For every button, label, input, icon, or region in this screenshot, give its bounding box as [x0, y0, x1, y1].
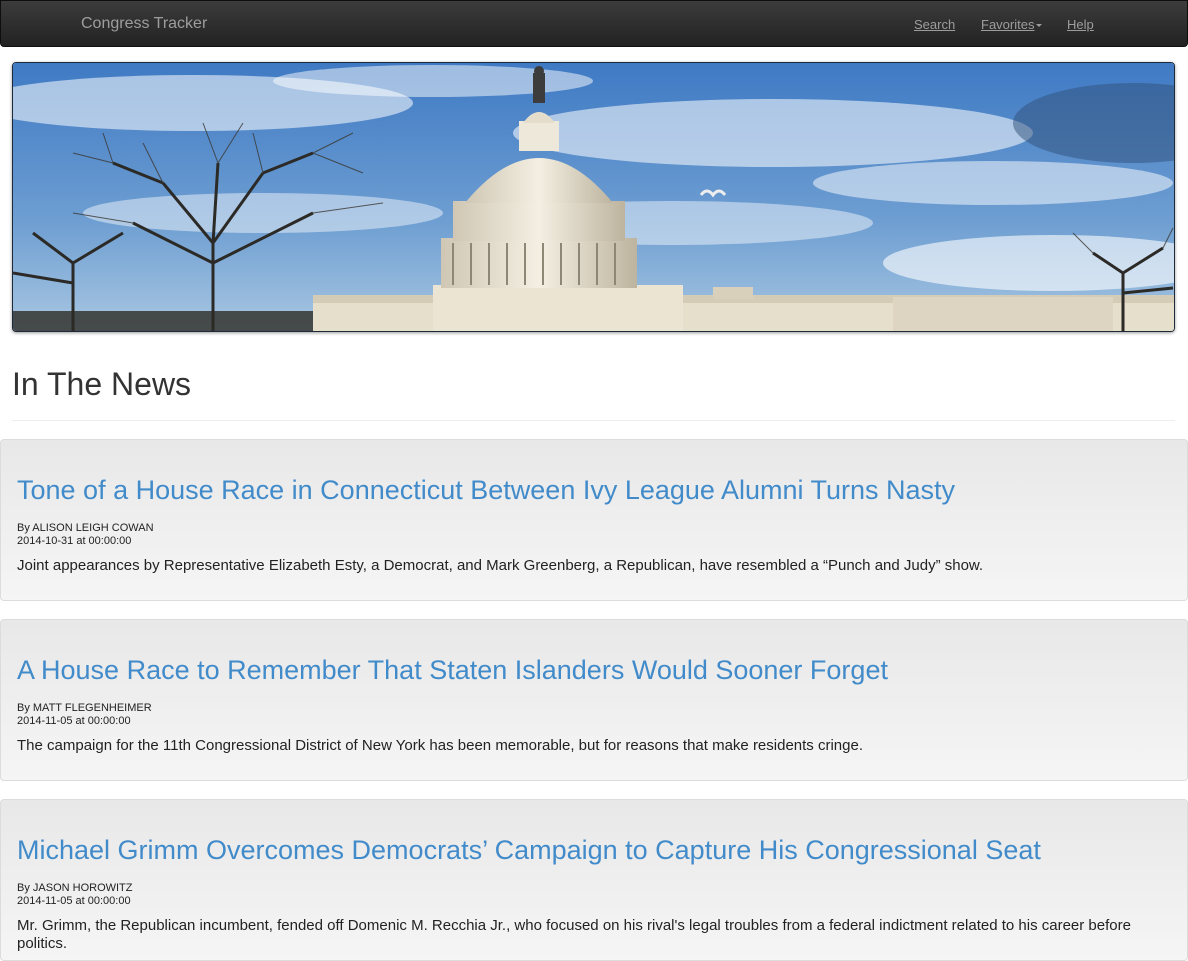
article-date: 2014-11-05 at 00:00:00	[17, 715, 131, 727]
article-headline-link[interactable]: A House Race to Remember That Staten Isl…	[17, 653, 1171, 687]
article-byline: By ALISON LEIGH COWAN	[17, 522, 154, 534]
nav-search-link[interactable]: Search	[914, 17, 955, 32]
capitol-building-photo-icon	[13, 63, 1174, 331]
article-headline-link[interactable]: Tone of a House Race in Connecticut Betw…	[17, 473, 1171, 507]
article-summary: Mr. Grimm, the Republican incumbent, fen…	[17, 917, 1131, 952]
article-summary: Joint appearances by Representative Eliz…	[17, 557, 984, 574]
page-title: In The News	[12, 366, 192, 402]
title-divider	[12, 420, 1175, 421]
article-headline-link[interactable]: Michael Grimm Overcomes Democrats’ Campa…	[17, 833, 1171, 867]
article-byline: By MATT FLEGENHEIMER	[17, 702, 152, 714]
article-byline: By JASON HOROWITZ	[17, 882, 133, 894]
article-date: 2014-10-31 at 00:00:00	[17, 535, 132, 547]
nav-favorites-label: Favorites	[981, 17, 1035, 32]
navbar: Congress Tracker Search Favorites Help	[0, 0, 1188, 47]
article-summary: The campaign for the 11th Congressional …	[17, 737, 863, 754]
nav-help-link[interactable]: Help	[1067, 17, 1094, 32]
news-article-card: Tone of a House Race in Connecticut Betw…	[0, 439, 1188, 601]
news-article-card: A House Race to Remember That Staten Isl…	[0, 619, 1188, 781]
nav-favorites-dropdown[interactable]: Favorites	[981, 17, 1043, 32]
caret-down-icon	[1036, 24, 1043, 28]
capitol-banner-image	[12, 62, 1175, 332]
article-date: 2014-11-05 at 00:00:00	[17, 895, 131, 907]
nav-links: Search Favorites Help	[1, 17, 1187, 35]
news-article-card: Michael Grimm Overcomes Democrats’ Campa…	[0, 799, 1188, 961]
